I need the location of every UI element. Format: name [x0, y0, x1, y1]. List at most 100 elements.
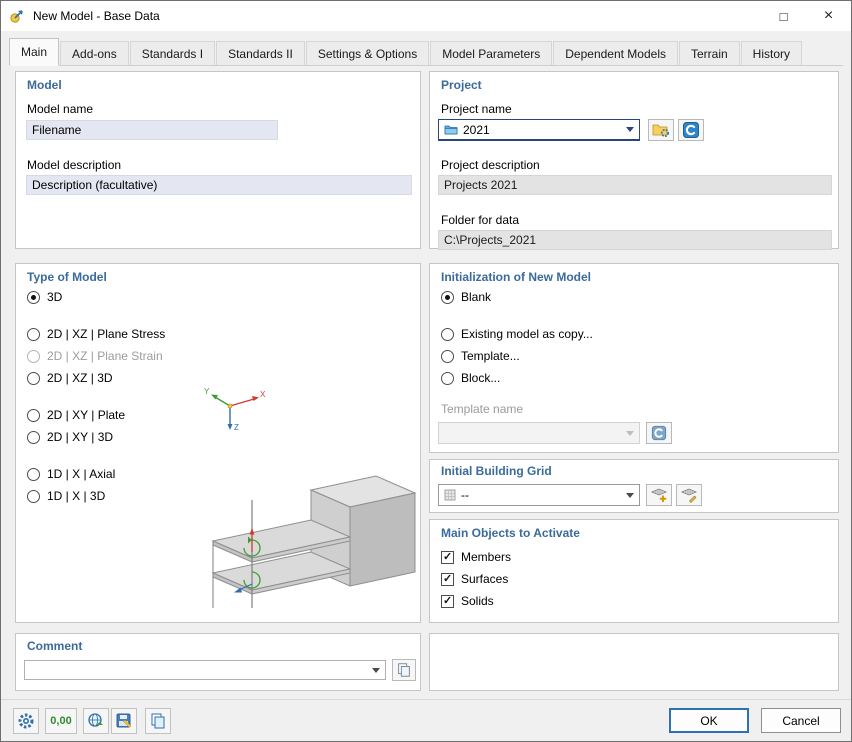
group-empty: [429, 633, 839, 691]
tab-dependent-models[interactable]: Dependent Models: [553, 41, 678, 65]
checkbox-solids[interactable]: Solids: [441, 594, 494, 608]
group-model: Model Model name Model description: [15, 71, 421, 249]
new-model-dialog: New Model - Base Data □ × Main Add-ons S…: [0, 0, 852, 742]
globe-icon: [87, 712, 105, 730]
new-project-icon: [682, 121, 700, 139]
comment-combo[interactable]: [24, 660, 386, 680]
radio-icon: [441, 350, 454, 363]
tab-terrain[interactable]: Terrain: [679, 41, 740, 65]
radio-2d-xz-plane-stress[interactable]: 2D | XZ | Plane Stress: [27, 327, 165, 341]
settings-button[interactable]: [13, 708, 39, 734]
group-project: Project Project name 2021: [429, 71, 839, 249]
radio-template[interactable]: Template...: [441, 349, 520, 363]
group-title-main-objects: Main Objects to Activate: [441, 526, 580, 540]
tab-standards-1[interactable]: Standards I: [130, 41, 215, 65]
save-icon: [115, 712, 133, 730]
radio-3d[interactable]: 3D: [27, 290, 62, 304]
window-title: New Model - Base Data: [33, 9, 160, 23]
new-grid-icon: [650, 487, 668, 503]
units-button[interactable]: 0,00: [45, 708, 77, 734]
radio-icon: [27, 328, 40, 341]
tab-model-parameters[interactable]: Model Parameters: [430, 41, 552, 65]
group-title-building-grid: Initial Building Grid: [441, 464, 552, 478]
gear-icon: [17, 712, 35, 730]
checkbox-icon: [441, 573, 454, 586]
copy-settings-button[interactable]: [145, 708, 171, 734]
checkbox-surfaces[interactable]: Surfaces: [441, 572, 508, 586]
save-default-button[interactable]: [111, 708, 137, 734]
project-manager-button[interactable]: [648, 119, 674, 141]
radio-2d-xz-3d[interactable]: 2D | XZ | 3D: [27, 371, 113, 385]
new-project-button[interactable]: [678, 119, 704, 141]
project-manager-icon: [652, 122, 670, 138]
radio-icon: [27, 291, 40, 304]
radio-icon: [27, 350, 40, 363]
radio-1d-x-3d[interactable]: 1D | X | 3D: [27, 489, 105, 503]
radio-existing-model-copy[interactable]: Existing model as copy...: [441, 327, 593, 341]
group-building-grid: Initial Building Grid --: [429, 459, 839, 513]
tab-add-ons[interactable]: Add-ons: [60, 41, 129, 65]
radio-2d-xz-plane-strain: 2D | XZ | Plane Strain: [27, 349, 163, 363]
copy-comment-button[interactable]: [392, 659, 416, 681]
checkbox-icon: [441, 551, 454, 564]
tab-standards-2[interactable]: Standards II: [216, 41, 305, 65]
app-icon: [9, 8, 25, 24]
template-app-icon: [651, 425, 667, 441]
group-type-of-model: Type of Model 3D 2D | XZ | Plane Stress …: [15, 263, 421, 623]
footer-bar: 0,00: [1, 699, 851, 741]
tab-settings-options[interactable]: Settings & Options: [306, 41, 429, 65]
checkbox-icon: [441, 595, 454, 608]
building-grid-combo[interactable]: --: [438, 484, 640, 506]
checkbox-members[interactable]: Members: [441, 550, 511, 564]
group-initialization: Initialization of New Model Blank Existi…: [429, 263, 839, 453]
project-description-value: Projects 2021: [438, 175, 832, 195]
model-name-label: Model name: [27, 102, 93, 116]
tab-history[interactable]: History: [741, 41, 802, 65]
ok-button[interactable]: OK: [669, 708, 749, 733]
radio-2d-xy-plate[interactable]: 2D | XY | Plate: [27, 408, 125, 422]
tab-main[interactable]: Main: [9, 38, 59, 66]
new-building-grid-button[interactable]: [646, 484, 672, 506]
group-title-initialization: Initialization of New Model: [441, 270, 591, 284]
project-description-label: Project description: [441, 158, 540, 172]
project-name-label: Project name: [441, 102, 512, 116]
chevron-down-icon: [626, 431, 634, 436]
folder-for-data-value: C:\Projects_2021: [438, 230, 832, 250]
title-bar: New Model - Base Data □ ×: [1, 1, 851, 31]
folder-for-data-label: Folder for data: [441, 213, 519, 227]
project-name-combo[interactable]: 2021: [438, 119, 640, 141]
radio-1d-x-axial[interactable]: 1D | X | Axial: [27, 467, 115, 481]
select-template-button[interactable]: [646, 422, 672, 444]
group-title-type-of-model: Type of Model: [27, 270, 107, 284]
units-label: 0,00: [50, 715, 71, 727]
maximize-icon[interactable]: □: [761, 1, 806, 31]
project-name-value: 2021: [463, 123, 490, 137]
radio-icon: [441, 291, 454, 304]
svg-text:Z: Z: [234, 423, 239, 432]
svg-text:X: X: [260, 390, 266, 399]
model-description-input[interactable]: [26, 175, 412, 195]
cancel-button[interactable]: Cancel: [761, 708, 841, 733]
folder-icon: [444, 124, 458, 135]
radio-icon: [27, 490, 40, 503]
building-grid-value: --: [461, 488, 469, 502]
chevron-down-icon: [626, 127, 634, 132]
group-title-comment: Comment: [27, 639, 82, 653]
tab-strip: Main Add-ons Standards I Standards II Se…: [9, 38, 843, 66]
grid-swatch-icon: [444, 489, 456, 501]
copy-icon: [396, 662, 412, 678]
chevron-down-icon: [626, 493, 634, 498]
close-icon[interactable]: ×: [806, 1, 851, 31]
edit-building-grid-button[interactable]: [676, 484, 702, 506]
model-name-input[interactable]: [26, 120, 278, 140]
edit-grid-icon: [680, 487, 698, 503]
radio-2d-xy-3d[interactable]: 2D | XY | 3D: [27, 430, 113, 444]
radio-blank[interactable]: Blank: [441, 290, 491, 304]
model-description-label: Model description: [27, 158, 121, 172]
radio-block[interactable]: Block...: [441, 371, 500, 385]
globe-button[interactable]: [83, 708, 109, 734]
copy-icon: [149, 712, 167, 730]
template-name-combo: [438, 422, 640, 444]
radio-icon: [441, 372, 454, 385]
template-name-label: Template name: [441, 402, 523, 416]
